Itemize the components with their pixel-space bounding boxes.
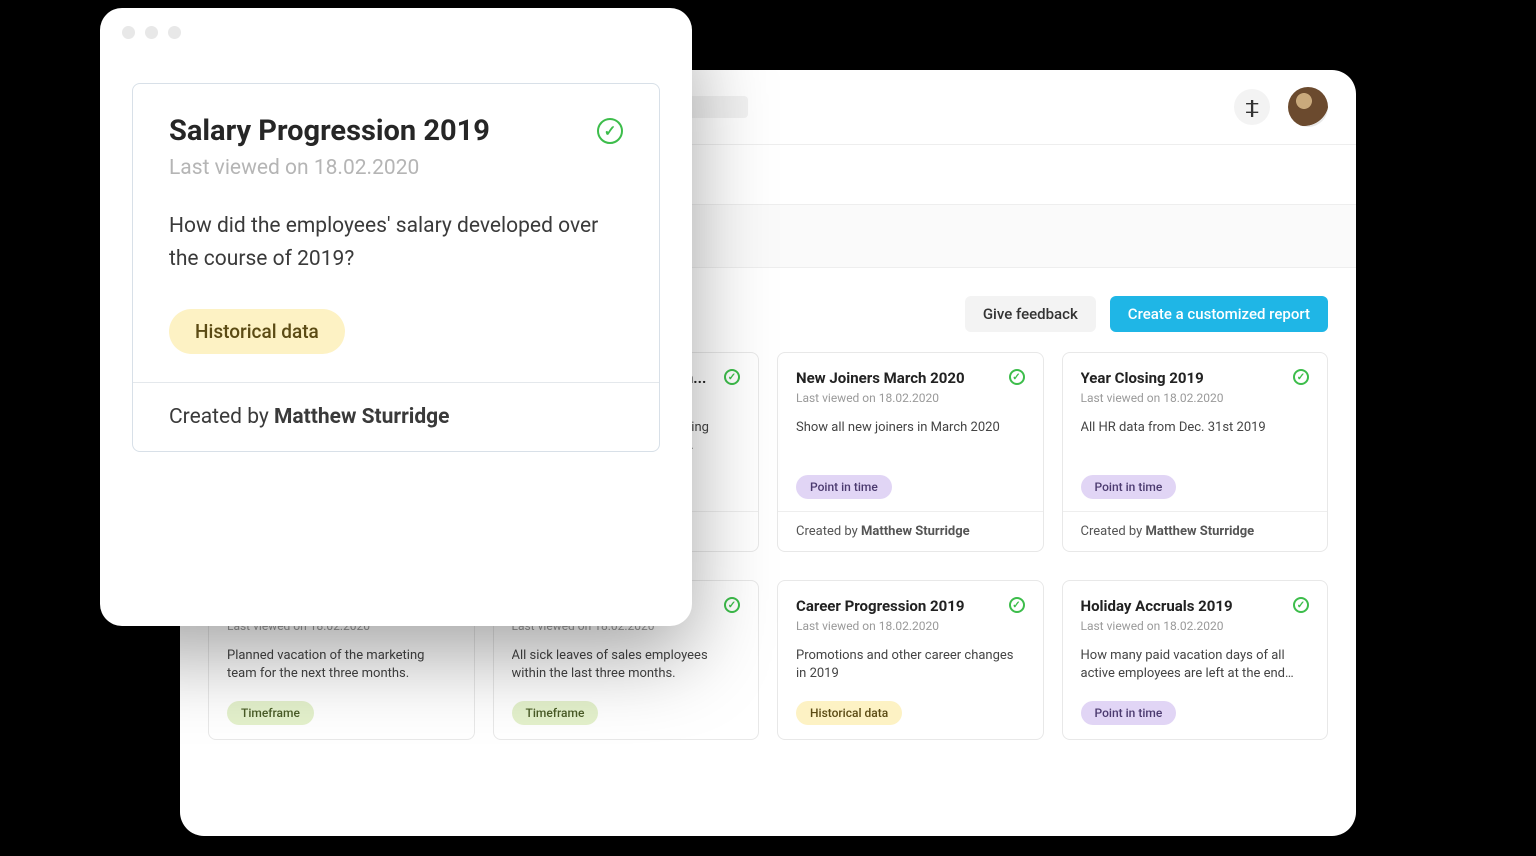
detail-description: How did the employees' salary developed …: [169, 210, 623, 275]
card-description: All sick leaves of sales employees withi…: [512, 647, 741, 683]
detail-meta: Last viewed on 18.02.2020: [169, 156, 623, 180]
tag-historical-data[interactable]: Historical data: [169, 309, 345, 354]
check-icon: [1293, 369, 1309, 385]
signpost-icon: [1247, 97, 1257, 118]
check-icon: [1009, 597, 1025, 613]
card-tag[interactable]: Historical data: [796, 701, 902, 725]
card-tag[interactable]: Point in time: [1081, 475, 1177, 499]
check-icon: [1009, 369, 1025, 385]
card-title: New Joiners March 2020: [796, 369, 965, 387]
card-meta: Last viewed on 18.02.2020: [1081, 391, 1310, 405]
card-footer: Created by Matthew Sturridge: [778, 511, 1043, 551]
creator-name: Matthew Sturridge: [1146, 524, 1255, 539]
detail-window: Salary Progression 2019 Last viewed on 1…: [100, 8, 692, 626]
card-meta: Last viewed on 18.02.2020: [796, 391, 1025, 405]
check-icon: [597, 118, 623, 144]
signpost-icon-button[interactable]: [1234, 89, 1270, 125]
card-footer: Created by Matthew Sturridge: [1063, 511, 1328, 551]
card-tag[interactable]: Point in time: [1081, 701, 1177, 725]
card-tag[interactable]: Point in time: [796, 475, 892, 499]
card-meta: Last viewed on 18.02.2020: [1081, 619, 1310, 633]
card-title: Year Closing 2019: [1081, 369, 1204, 387]
check-icon: [724, 597, 740, 613]
created-by-label: Created by: [796, 524, 861, 539]
card-description: Show all new joiners in March 2020: [796, 419, 1025, 437]
window-dot[interactable]: [122, 26, 135, 39]
created-by-label: Created by: [169, 405, 274, 429]
creator-name: Matthew Sturridge: [861, 524, 970, 539]
card-tag[interactable]: Timeframe: [227, 701, 314, 725]
creator-name: Matthew Sturridge: [274, 405, 449, 429]
create-report-button[interactable]: Create a customized report: [1110, 296, 1328, 332]
check-icon: [1293, 597, 1309, 613]
give-feedback-button[interactable]: Give feedback: [965, 296, 1096, 332]
check-icon: [724, 369, 740, 385]
report-card[interactable]: Holiday Accruals 2019 Last viewed on 18.…: [1062, 580, 1329, 740]
report-card[interactable]: New Joiners March 2020 Last viewed on 18…: [777, 352, 1044, 552]
card-tag[interactable]: Timeframe: [512, 701, 599, 725]
detail-footer: Created by Matthew Sturridge: [133, 382, 659, 451]
card-title: Holiday Accruals 2019: [1081, 597, 1233, 615]
window-controls: [100, 8, 692, 43]
detail-title: Salary Progression 2019: [169, 114, 490, 148]
window-dot[interactable]: [145, 26, 158, 39]
card-description: How many paid vacation days of all activ…: [1081, 647, 1310, 683]
card-description: All HR data from Dec. 31st 2019: [1081, 419, 1310, 437]
avatar[interactable]: [1288, 87, 1328, 127]
detail-card[interactable]: Salary Progression 2019 Last viewed on 1…: [132, 83, 660, 452]
report-card[interactable]: Year Closing 2019 Last viewed on 18.02.2…: [1062, 352, 1329, 552]
card-description: Planned vacation of the marketing team f…: [227, 647, 456, 683]
created-by-label: Created by: [1081, 524, 1146, 539]
report-card[interactable]: Career Progression 2019 Last viewed on 1…: [777, 580, 1044, 740]
card-meta: Last viewed on 18.02.2020: [796, 619, 1025, 633]
window-dot[interactable]: [168, 26, 181, 39]
card-description: Promotions and other career changes in 2…: [796, 647, 1025, 683]
card-title: Career Progression 2019: [796, 597, 964, 615]
